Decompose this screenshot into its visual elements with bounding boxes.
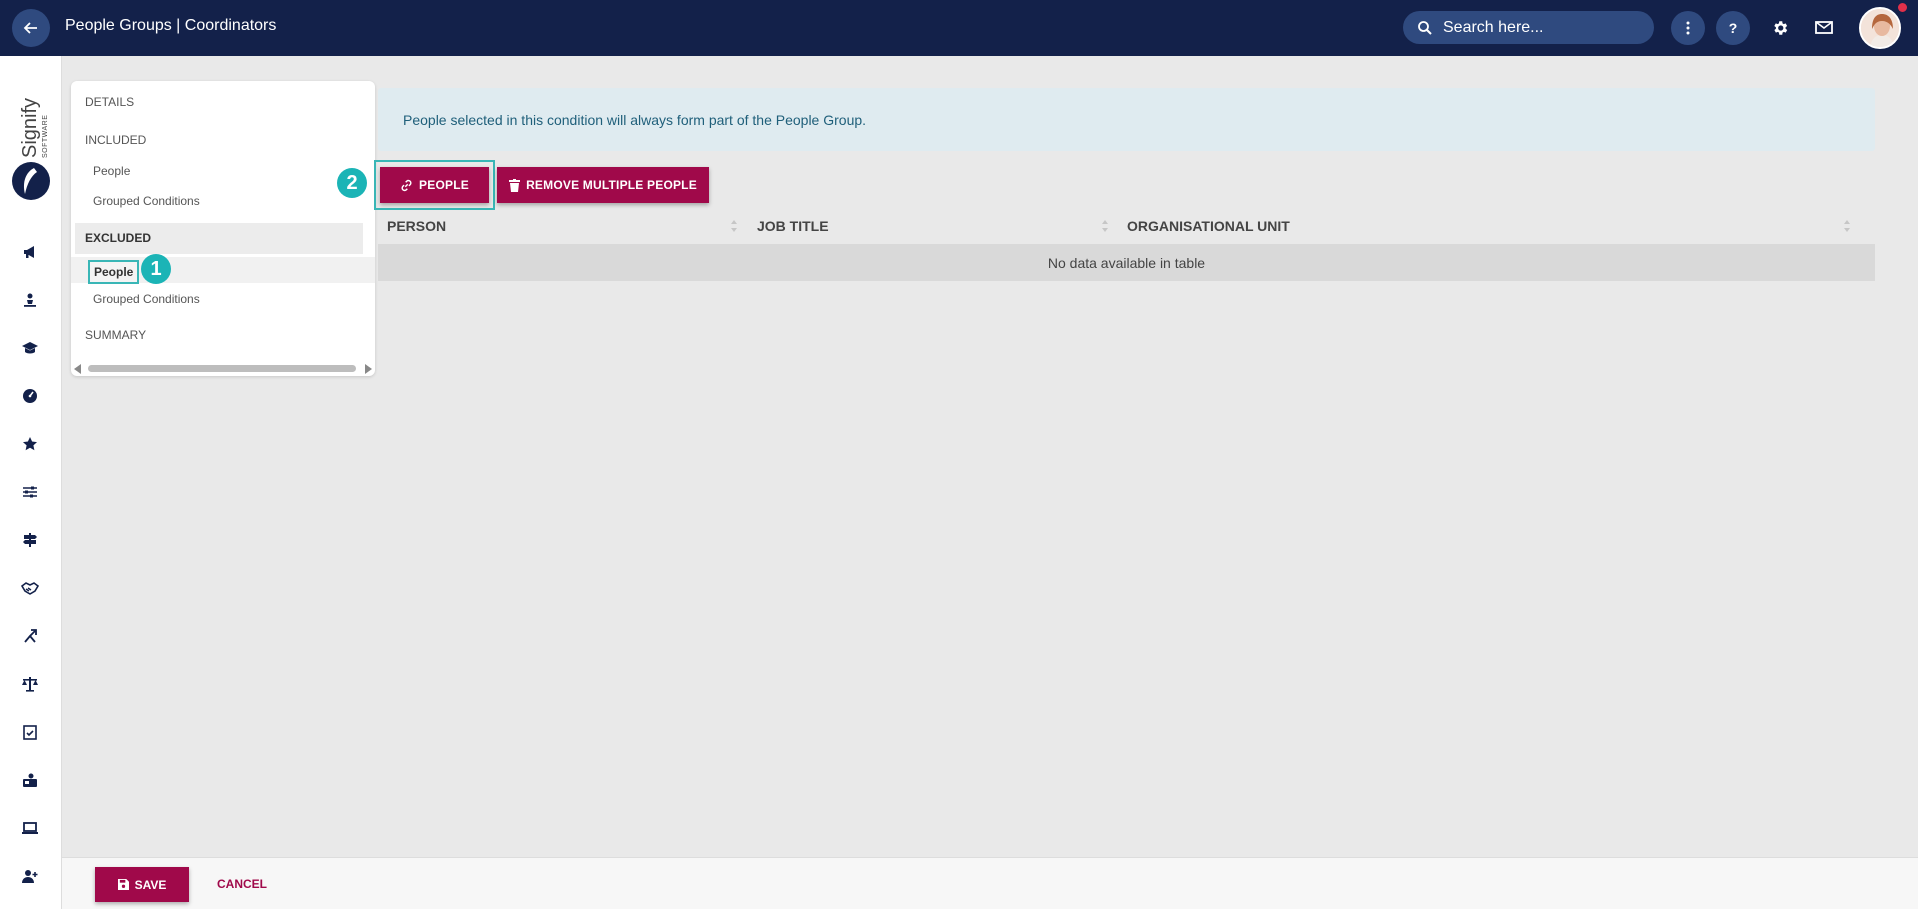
back-button[interactable]	[12, 9, 50, 47]
subnav-summary[interactable]: SUMMARY	[85, 328, 146, 342]
rail-announcements[interactable]	[20, 242, 40, 262]
rail-partnerships[interactable]	[20, 578, 40, 598]
settings-button[interactable]	[1768, 16, 1792, 40]
star-icon	[23, 437, 37, 451]
help-button[interactable]: ?	[1716, 11, 1750, 45]
column-job-title[interactable]: JOB TITLE	[757, 207, 829, 244]
sort-icon[interactable]	[1101, 219, 1109, 233]
avatar[interactable]	[1859, 7, 1901, 49]
brand-logo-text: Signify SOFTWARE	[14, 90, 50, 160]
horizontal-scrollbar[interactable]	[71, 362, 375, 376]
link-icon	[401, 179, 412, 191]
subnav-included[interactable]: INCLUDED	[85, 133, 146, 147]
brand-logo-icon	[12, 162, 50, 200]
link-people-button[interactable]: PEOPLE	[380, 167, 489, 203]
column-person[interactable]: PERSON	[387, 207, 446, 244]
subnav-details[interactable]: DETAILS	[85, 95, 134, 109]
rail-tasks[interactable]	[20, 722, 40, 742]
kebab-menu-icon	[1686, 21, 1690, 35]
person-desk-icon	[24, 293, 36, 307]
scroll-left-icon[interactable]	[74, 364, 81, 374]
gauge-icon	[23, 389, 37, 403]
subnav-included-people[interactable]: People	[93, 164, 130, 178]
scrollbar-thumb[interactable]	[88, 365, 356, 372]
page-title: People Groups | Coordinators	[65, 17, 277, 34]
info-text: People selected in this condition will a…	[403, 111, 867, 128]
brand-tagline: SOFTWARE	[42, 115, 49, 158]
messages-button[interactable]	[1812, 16, 1836, 40]
search-placeholder: Search here...	[1443, 18, 1544, 36]
column-organisational-unit[interactable]: ORGANISATIONAL UNIT	[1127, 207, 1290, 244]
gear-icon	[1774, 21, 1788, 35]
trash-icon	[509, 178, 521, 192]
rail-add-user[interactable]	[20, 866, 40, 886]
arrow-left-icon	[23, 22, 37, 34]
user-avatar-icon	[1861, 9, 1899, 47]
help-icon: ?	[1728, 20, 1738, 36]
sliders-icon	[23, 486, 37, 498]
rail-signposts[interactable]	[20, 530, 40, 550]
rail-dashboard[interactable]	[20, 386, 40, 406]
sort-icon[interactable]	[730, 219, 738, 233]
rail-workflows[interactable]	[20, 626, 40, 646]
people-button-label: PEOPLE	[419, 178, 469, 192]
save-button[interactable]: SAVE	[95, 867, 189, 902]
rail-people[interactable]	[20, 290, 40, 310]
user-badge-icon	[23, 773, 37, 787]
rail-settings-sliders[interactable]	[20, 482, 40, 502]
branch-icon	[24, 629, 37, 643]
left-rail: Signify SOFTWARE	[0, 56, 62, 909]
rail-training[interactable]	[20, 338, 40, 358]
add-user-icon	[22, 870, 38, 883]
step-badge-2: 2	[337, 168, 367, 198]
cancel-button[interactable]: CANCEL	[217, 877, 267, 891]
condition-subnav: DETAILS INCLUDED People Grouped Conditio…	[71, 81, 375, 376]
handshake-icon	[21, 582, 39, 595]
search-input[interactable]: Search here...	[1403, 11, 1654, 44]
laptop-icon	[22, 822, 38, 834]
subnav-excluded-grouped-conditions[interactable]: Grouped Conditions	[93, 292, 200, 306]
notification-dot	[1898, 3, 1907, 12]
search-icon	[1418, 20, 1432, 35]
footer-bar: SAVE CANCEL	[62, 857, 1918, 909]
more-options-button[interactable]	[1671, 11, 1705, 45]
mail-icon	[1815, 21, 1833, 34]
rail-compliance[interactable]	[20, 674, 40, 694]
scroll-right-icon[interactable]	[365, 364, 372, 374]
scales-icon	[22, 677, 38, 692]
remove-button-label: REMOVE MULTIPLE PEOPLE	[526, 178, 697, 192]
save-button-label: SAVE	[134, 877, 167, 892]
rail-personnel[interactable]	[20, 770, 40, 790]
rail-favourites[interactable]	[20, 434, 40, 454]
floppy-disk-icon	[117, 879, 129, 890]
table-empty-row: No data available in table	[378, 244, 1875, 281]
subnav-included-grouped-conditions[interactable]: Grouped Conditions	[93, 194, 200, 208]
step-badge-1: 1	[141, 254, 171, 284]
sort-icon[interactable]	[1843, 219, 1851, 233]
megaphone-icon	[24, 246, 34, 258]
table-header: PERSON JOB TITLE ORGANISATIONAL UNIT	[378, 207, 1875, 244]
subnav-excluded-people[interactable]: People	[88, 260, 140, 284]
top-bar: People Groups | Coordinators Search here…	[0, 0, 1918, 56]
checklist-icon	[23, 725, 37, 740]
signpost-icon	[23, 533, 37, 547]
subnav-excluded[interactable]: EXCLUDED	[85, 231, 151, 245]
rail-devices[interactable]	[20, 818, 40, 838]
remove-multiple-people-button[interactable]: REMOVE MULTIPLE PEOPLE	[497, 167, 709, 203]
empty-table-text: No data available in table	[1047, 254, 1206, 271]
info-banner: People selected in this condition will a…	[378, 88, 1875, 151]
brand-name: Signify	[19, 98, 41, 158]
graduation-cap-icon	[22, 342, 38, 354]
